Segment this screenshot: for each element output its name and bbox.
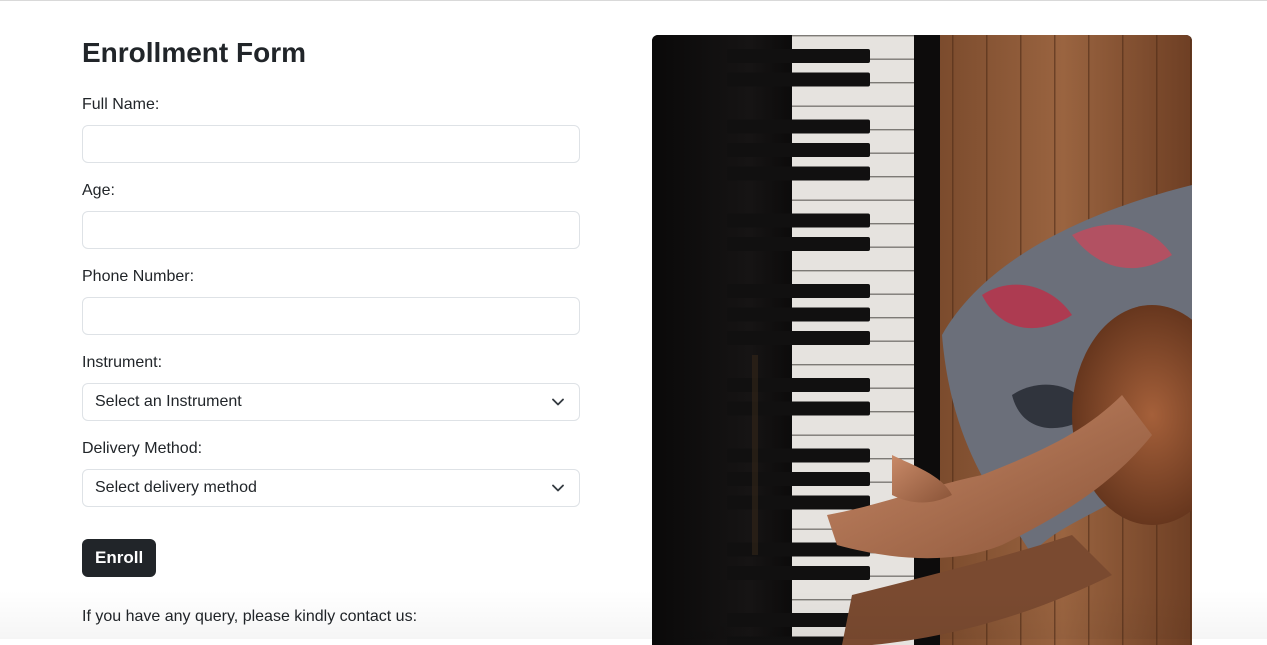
key-gap: [792, 200, 914, 201]
black-key: [727, 472, 870, 486]
black-key: [727, 402, 870, 416]
black-key: [727, 284, 870, 298]
age-label: Age:: [82, 181, 115, 201]
top-divider: [0, 0, 1267, 1]
full-name-label: Full Name:: [82, 95, 159, 115]
black-key: [727, 449, 870, 463]
page-title: Enrollment Form: [82, 36, 306, 70]
black-key: [727, 237, 870, 251]
phone-number-label: Phone Number:: [82, 267, 194, 287]
full-name-input[interactable]: [82, 125, 580, 163]
key-gap: [792, 35, 914, 36]
key-gap: [792, 435, 914, 436]
key-gap: [792, 106, 914, 107]
black-key: [727, 308, 870, 322]
instrument-label: Instrument:: [82, 353, 162, 373]
delivery-method-select-value: Select delivery method: [95, 479, 257, 497]
age-input[interactable]: [82, 211, 580, 249]
chevron-down-icon: [551, 481, 565, 495]
contact-text: If you have any query, please kindly con…: [82, 607, 417, 627]
instrument-select[interactable]: Select an Instrument: [82, 383, 580, 421]
chevron-down-icon: [551, 395, 565, 409]
brand-lettering: [752, 355, 758, 555]
black-key: [727, 378, 870, 392]
black-key: [727, 143, 870, 157]
black-key: [727, 496, 870, 510]
piano-player-photo: [652, 35, 1192, 645]
key-gap: [792, 364, 914, 365]
phone-number-input[interactable]: [82, 297, 580, 335]
piano-illustration: [652, 35, 1192, 645]
enroll-button[interactable]: Enroll: [82, 539, 156, 577]
black-key: [727, 214, 870, 228]
delivery-method-label: Delivery Method:: [82, 439, 202, 459]
black-key: [727, 566, 870, 580]
black-key: [727, 120, 870, 134]
black-key: [727, 167, 870, 181]
key-gap: [792, 270, 914, 271]
instrument-select-value: Select an Instrument: [95, 393, 242, 411]
black-key: [727, 73, 870, 87]
black-key: [727, 49, 870, 63]
black-key: [727, 331, 870, 345]
delivery-method-select[interactable]: Select delivery method: [82, 469, 580, 507]
